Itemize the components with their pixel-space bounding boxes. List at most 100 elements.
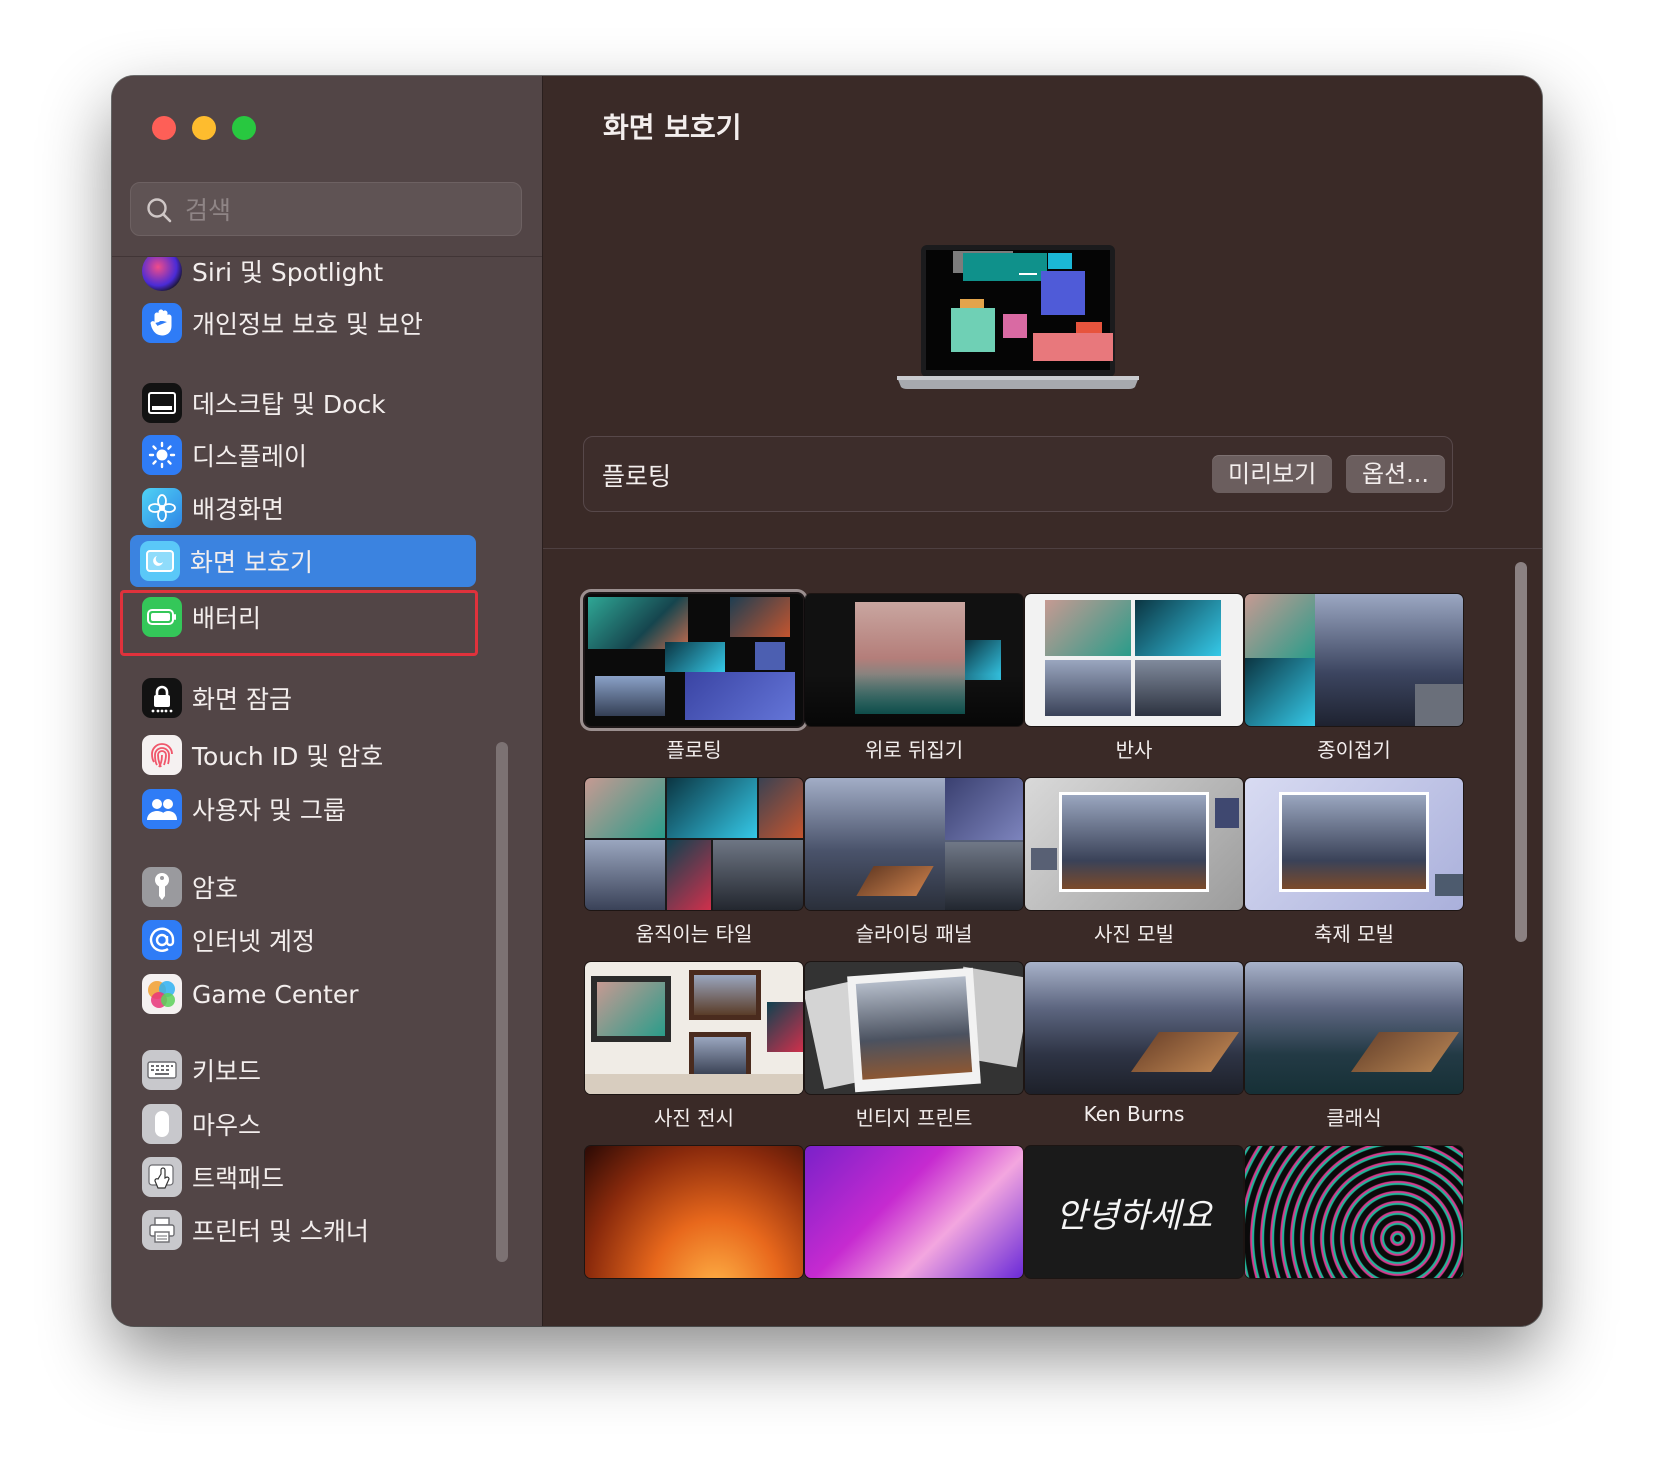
main-pane: 화면 보호기 플로팅 미리보기 옵션... 플로팅 위로 뒤집기 반사 종이접기…: [543, 76, 1542, 1326]
saver-tile-vintage-prints[interactable]: 빈티지 프린트: [805, 962, 1023, 1131]
saver-label: 빈티지 프린트: [855, 1106, 973, 1130]
sidebar-item-battery[interactable]: 배터리: [132, 591, 504, 643]
saver-label: 위로 뒤집기: [864, 738, 964, 762]
sidebar-item-label: 키보드: [192, 1057, 262, 1086]
saver-tile-flip-up[interactable]: 위로 뒤집기: [805, 594, 1023, 763]
sidebar-item-label: Game Center: [192, 979, 359, 1009]
saver-tile-floating[interactable]: 플로팅: [585, 594, 803, 763]
saver-thumbnail: [805, 962, 1023, 1094]
sidebar-item-label: 마우스: [192, 1111, 262, 1140]
saver-label: 사진 전시: [654, 1106, 734, 1130]
hand-icon: [142, 303, 182, 343]
sidebar-item-trackpad[interactable]: 트랙패드: [132, 1151, 504, 1203]
saver-tile-reflections[interactable]: 반사: [1025, 594, 1243, 763]
sidebar-item-label: 암호: [192, 874, 239, 903]
sidebar-item-label: 디스플레이: [192, 442, 308, 471]
at-icon: [142, 920, 182, 960]
saver-label: 반사: [1115, 738, 1153, 762]
sidebar-item-label: 화면 잠금: [192, 685, 292, 714]
game-center-icon: [142, 974, 182, 1014]
saver-tile-shifting-tiles[interactable]: 움직이는 타일: [585, 778, 803, 947]
selected-saver-name: 플로팅: [602, 462, 672, 491]
sidebar-item-keyboard[interactable]: 키보드: [132, 1044, 504, 1096]
selected-saver-bar: 플로팅 미리보기 옵션...: [583, 436, 1453, 512]
saver-label: Ken Burns: [1083, 1102, 1185, 1126]
saver-tile-hello[interactable]: 안녕하세요: [1025, 1146, 1243, 1286]
saver-thumbnail: [805, 1146, 1023, 1278]
saver-tile-holiday-mobile[interactable]: 축제 모빌: [1245, 778, 1463, 947]
zoom-button[interactable]: [232, 116, 256, 140]
sidebar-nav: Siri 및 Spotlight 개인정보 보호 및 보안 데스크탑 및 Doc…: [112, 257, 542, 1326]
window-controls: [152, 116, 256, 140]
search-field[interactable]: [130, 182, 522, 237]
grid-scrollbar[interactable]: [1515, 562, 1527, 942]
sidebar-item-touch-id[interactable]: Touch ID 및 암호: [132, 729, 504, 781]
saver-tile-sliding-panels[interactable]: 슬라이딩 패널: [805, 778, 1023, 947]
close-button[interactable]: [152, 116, 176, 140]
sidebar-item-label: 프린터 및 스캐너: [192, 1217, 369, 1246]
saver-tile-origami[interactable]: 종이접기: [1245, 594, 1463, 763]
saver-thumbnail: [805, 778, 1023, 910]
saver-thumbnail: [1025, 594, 1243, 726]
fingerprint-icon: [142, 735, 182, 775]
sidebar-item-label: Siri 및 Spotlight: [192, 258, 384, 287]
sidebar: Siri 및 Spotlight 개인정보 보호 및 보안 데스크탑 및 Doc…: [112, 76, 543, 1326]
search-input[interactable]: [183, 183, 507, 237]
minimize-button[interactable]: [192, 116, 216, 140]
sidebar-item-lock-screen[interactable]: 화면 잠금: [132, 672, 504, 724]
printer-icon: [142, 1210, 182, 1250]
battery-icon: [142, 597, 182, 637]
saver-thumbnail: 안녕하세요: [1025, 1146, 1243, 1278]
sidebar-item-label: 배경화면: [192, 495, 285, 524]
sidebar-item-label: 트랙패드: [192, 1164, 285, 1193]
saver-label: 슬라이딩 패널: [855, 922, 973, 946]
sidebar-item-passwords[interactable]: 암호: [132, 861, 504, 913]
saver-label: 축제 모빌: [1314, 922, 1394, 946]
dock-icon: [142, 383, 182, 423]
hello-script-text: 안녕하세요: [1055, 1195, 1213, 1236]
saver-tile-monterey[interactable]: [805, 1146, 1023, 1286]
saver-label: 종이접기: [1317, 738, 1391, 762]
saver-label: 사진 모빌: [1094, 922, 1174, 946]
saver-tile-drift[interactable]: [1245, 1146, 1463, 1286]
sidebar-item-label: 배터리: [192, 604, 262, 633]
sidebar-item-desktop-dock[interactable]: 데스크탑 및 Dock: [132, 377, 504, 429]
sidebar-item-displays[interactable]: 디스플레이: [132, 429, 504, 481]
sidebar-item-label: 인터넷 계정: [192, 927, 315, 956]
saver-tile-photo-wall[interactable]: 사진 전시: [585, 962, 803, 1131]
saver-thumbnail: [585, 594, 803, 726]
saver-tile-ventura[interactable]: [585, 1146, 803, 1286]
sidebar-item-label: 개인정보 보호 및 보안: [192, 310, 423, 339]
sidebar-item-wallpaper[interactable]: 배경화면: [132, 482, 504, 534]
sidebar-item-game-center[interactable]: Game Center: [132, 968, 504, 1020]
laptop-preview-image: [897, 245, 1139, 389]
saver-thumbnail: [805, 594, 1023, 726]
sidebar-item-screen-saver[interactable]: 화면 보호기: [130, 535, 476, 587]
mouse-icon: [142, 1104, 182, 1144]
options-button[interactable]: 옵션...: [1346, 455, 1446, 493]
search-icon: [147, 198, 172, 223]
sidebar-item-label: 사용자 및 그룹: [192, 796, 346, 825]
saver-thumbnail: [585, 962, 803, 1094]
saver-thumbnail: [1245, 1146, 1463, 1278]
saver-tile-ken-burns[interactable]: Ken Burns: [1025, 962, 1243, 1126]
saver-thumbnail: [1025, 778, 1243, 910]
saver-label: 플로팅: [666, 738, 722, 762]
users-icon: [142, 789, 182, 829]
sidebar-item-users-groups[interactable]: 사용자 및 그룹: [132, 783, 504, 835]
sidebar-item-printers[interactable]: 프린터 및 스캐너: [132, 1204, 504, 1256]
saver-tile-photo-mobile[interactable]: 사진 모빌: [1025, 778, 1243, 947]
sidebar-item-mouse[interactable]: 마우스: [132, 1098, 504, 1150]
sidebar-scrollbar[interactable]: [496, 742, 508, 1262]
preview-button[interactable]: 미리보기: [1212, 455, 1333, 493]
sidebar-item-privacy[interactable]: 개인정보 보호 및 보안: [132, 297, 504, 349]
saver-tile-classic[interactable]: 클래식: [1245, 962, 1463, 1131]
saver-label: 움직이는 타일: [635, 922, 753, 946]
siri-icon: [142, 257, 182, 291]
key-icon: [142, 867, 182, 907]
saver-label: 클래식: [1326, 1106, 1382, 1130]
screensaver-icon: [140, 541, 180, 581]
sidebar-item-label: 데스크탑 및 Dock: [192, 390, 386, 419]
sidebar-item-siri[interactable]: Siri 및 Spotlight: [132, 257, 504, 297]
sidebar-item-internet-accounts[interactable]: 인터넷 계정: [132, 914, 504, 966]
